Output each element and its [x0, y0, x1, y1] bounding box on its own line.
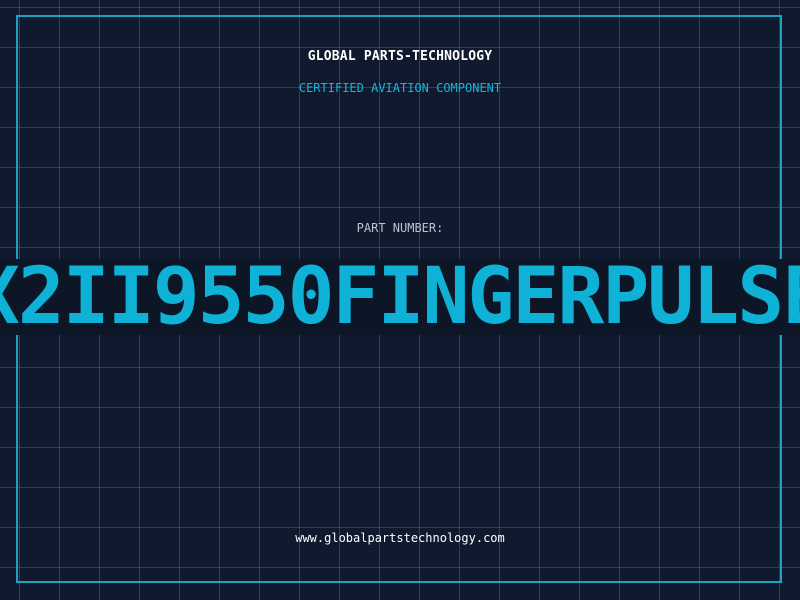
certification-subtitle: CERTIFIED AVIATION COMPONENT — [298, 81, 502, 95]
part-number-value: X2II9550FINGERPULSE — [0, 252, 800, 342]
website-url: www.globalpartstechnology.com — [295, 531, 505, 545]
part-number-label: PART NUMBER: — [356, 221, 444, 235]
company-name: GLOBAL PARTS-TECHNOLOGY — [307, 49, 493, 64]
part-label-card: GLOBAL PARTS-TECHNOLOGY CERTIFIED AVIATI… — [0, 0, 800, 600]
